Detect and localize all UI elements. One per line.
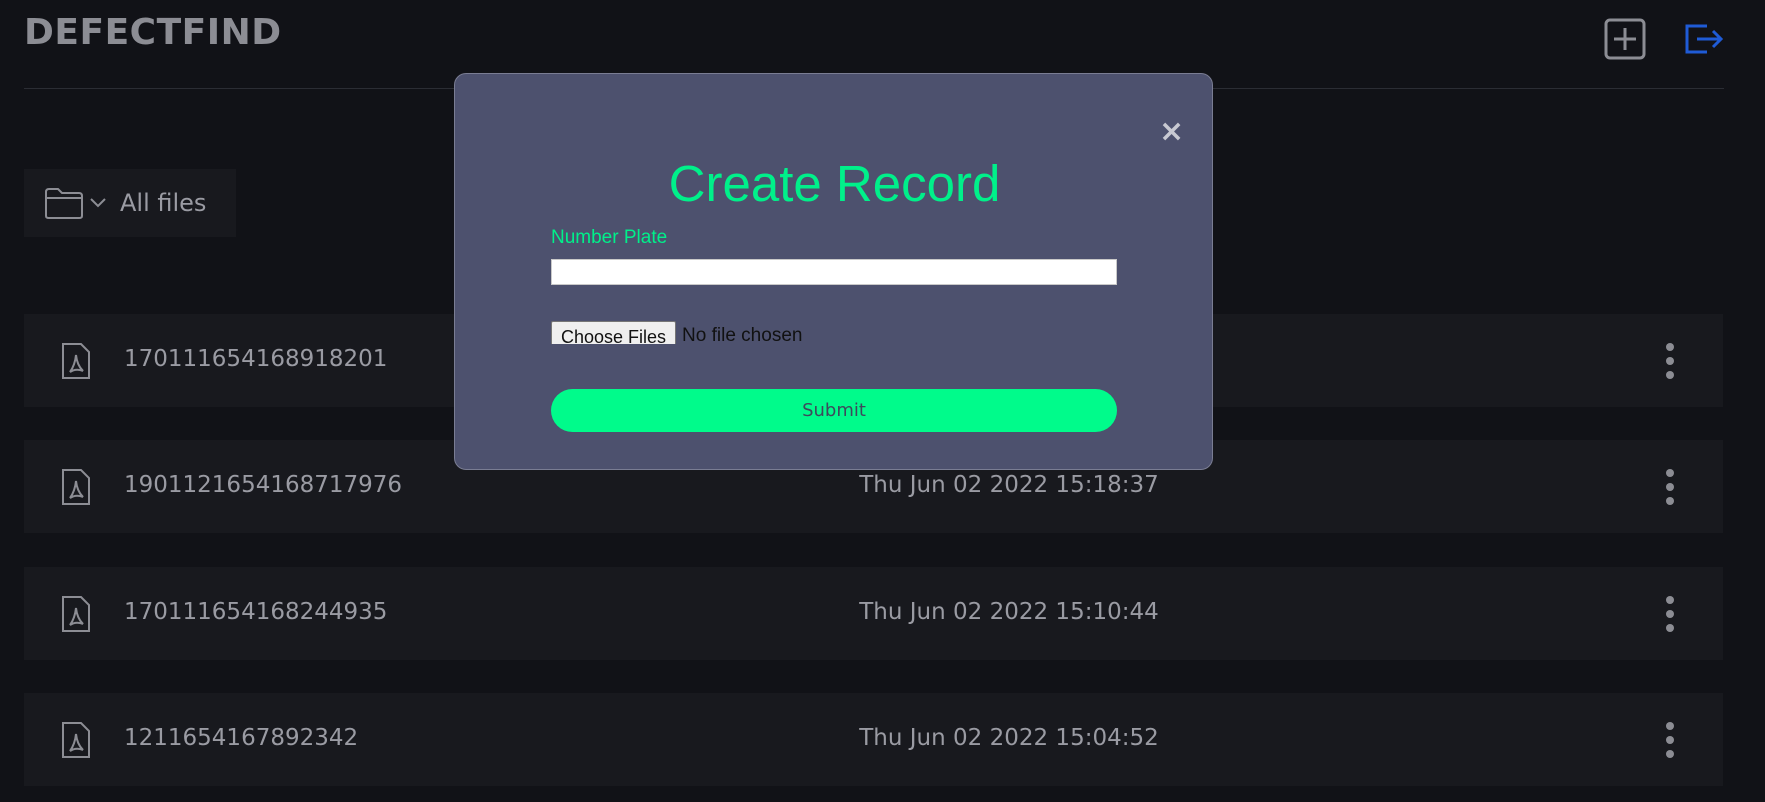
number-plate-label: Number Plate	[551, 227, 668, 248]
more-options-icon[interactable]	[1660, 595, 1680, 633]
submit-button[interactable]: Submit	[551, 389, 1117, 432]
folder-label: All files	[120, 189, 207, 217]
plus-square-icon	[1604, 18, 1646, 60]
file-row[interactable]: 170111654168244935 Thu Jun 02 2022 15:10…	[24, 567, 1723, 660]
pdf-file-icon	[62, 722, 90, 758]
chevron-down-icon	[90, 198, 106, 208]
pdf-file-icon	[62, 343, 90, 379]
create-record-modal: × Create Record Number Plate Choose File…	[454, 73, 1213, 470]
file-picker: Choose Files No file chosen	[551, 319, 1151, 344]
pdf-file-icon	[62, 596, 90, 632]
more-options-icon[interactable]	[1660, 468, 1680, 506]
logout-icon	[1685, 24, 1724, 54]
modal-title: Create Record	[668, 155, 1001, 212]
folder-selector[interactable]: All files	[24, 169, 236, 237]
add-record-button[interactable]	[1602, 16, 1648, 62]
file-name: 1211654167892342	[124, 725, 359, 751]
brand-logo: DEFECTFIND	[24, 12, 282, 53]
file-name: 170111654168244935	[124, 599, 388, 625]
folder-icon	[45, 188, 83, 219]
pdf-file-icon	[62, 469, 90, 505]
logout-button[interactable]	[1681, 16, 1727, 62]
number-plate-input[interactable]	[551, 259, 1117, 285]
close-icon[interactable]: ×	[1159, 114, 1184, 149]
file-row[interactable]: 1211654167892342 Thu Jun 02 2022 15:04:5…	[24, 693, 1723, 786]
choose-files-button[interactable]: Choose Files	[551, 321, 677, 344]
file-status: No file chosen	[682, 325, 803, 344]
file-name: 170111654168918201	[124, 346, 388, 372]
file-name: 1901121654168717976	[124, 472, 403, 498]
more-options-icon[interactable]	[1660, 721, 1680, 759]
more-options-icon[interactable]	[1660, 342, 1680, 380]
